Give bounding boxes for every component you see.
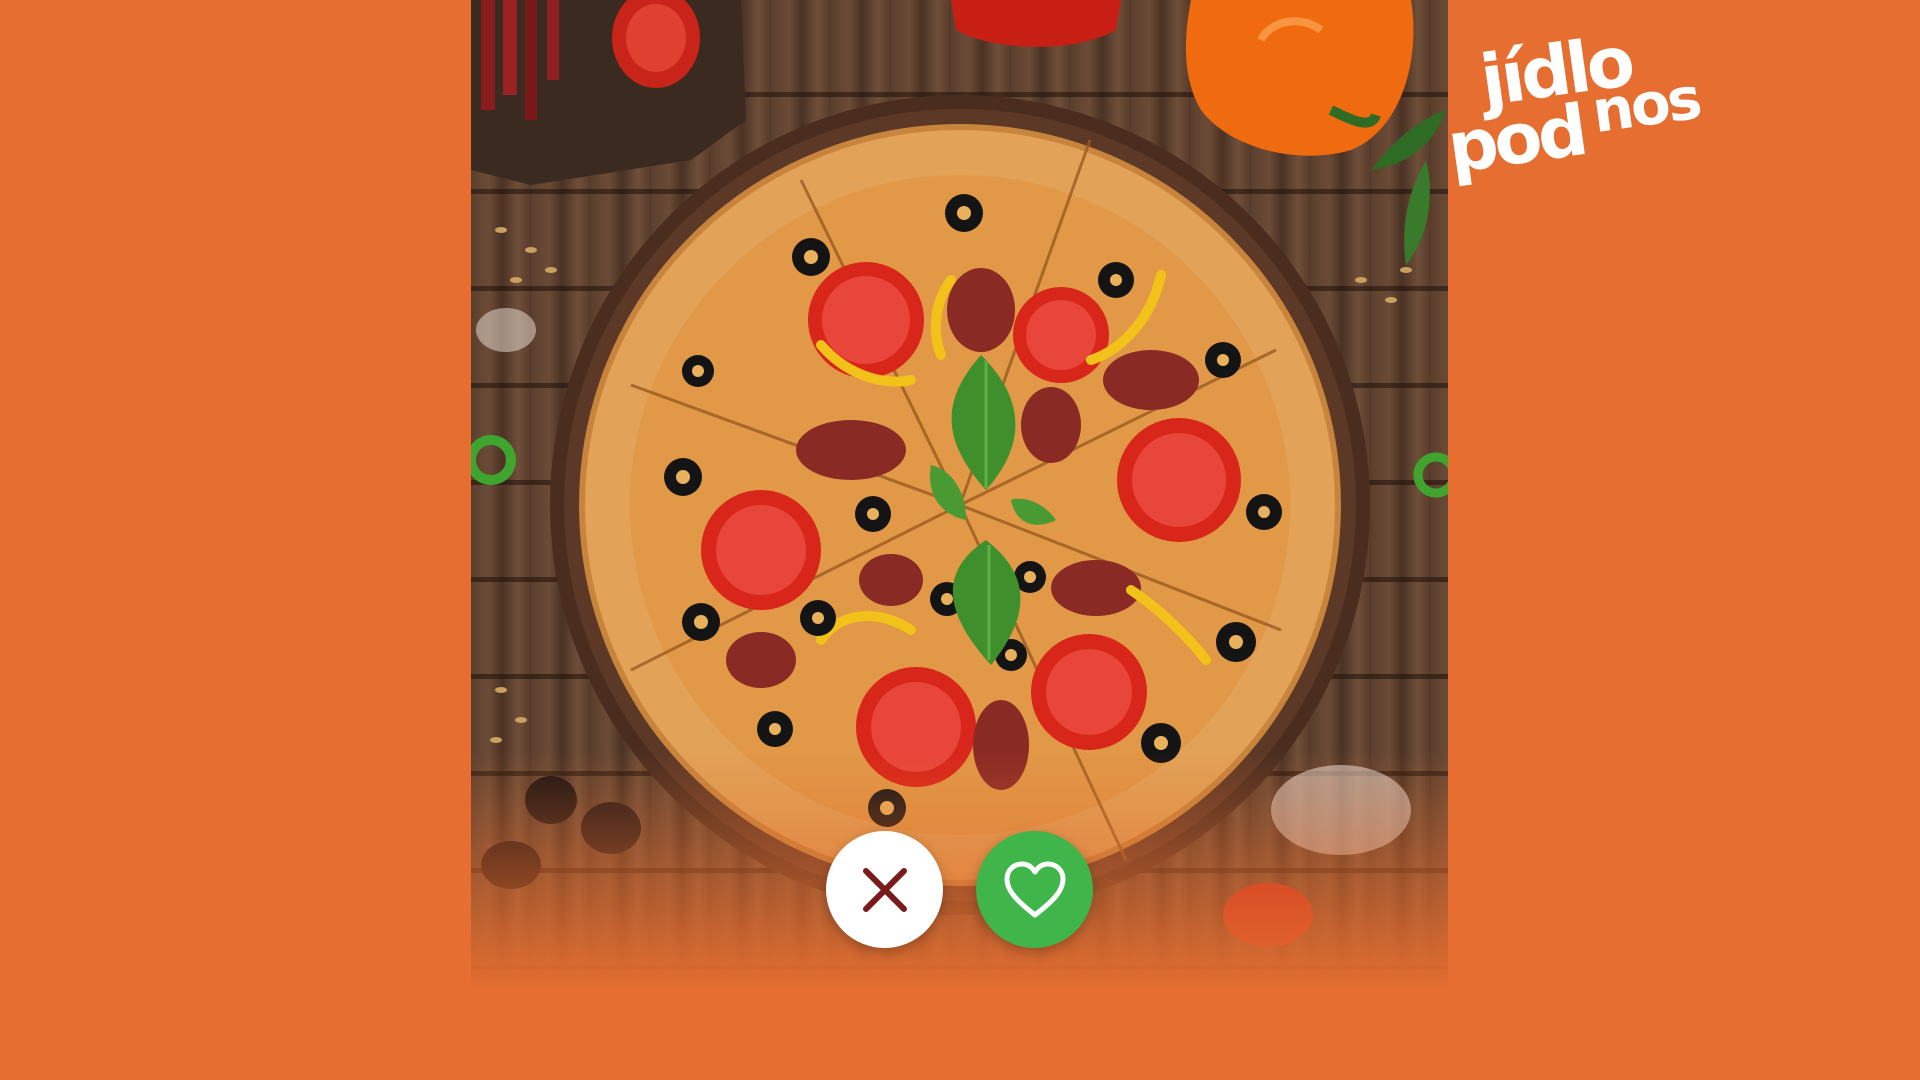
reject-button[interactable] [826,831,943,948]
pizza-photo [471,0,1448,947]
food-card[interactable] [471,0,1448,990]
logo-line2-b: nos [1587,63,1704,147]
heart-icon [1004,861,1065,917]
like-button[interactable] [976,831,1093,948]
brand-logo: jídlo pod nos [1435,15,1725,211]
close-icon [862,867,907,912]
logo-line2-a: pod [1442,89,1590,190]
